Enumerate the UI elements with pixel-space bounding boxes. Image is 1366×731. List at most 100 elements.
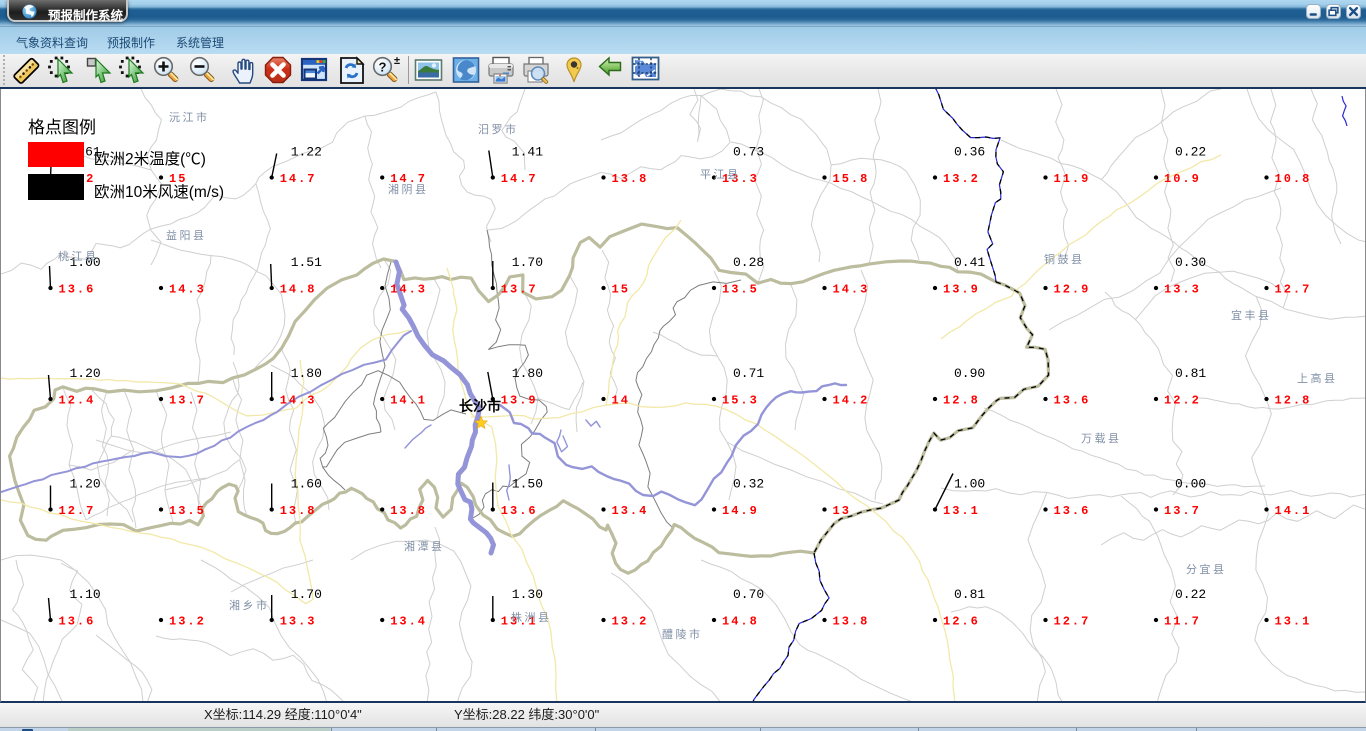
svg-text:欧洲2米温度(℃): 欧洲2米温度(℃) [94, 150, 206, 168]
svg-text:13.8: 13.8 [612, 172, 649, 186]
svg-text:14.3: 14.3 [169, 283, 206, 297]
svg-text:12.7: 12.7 [1275, 283, 1312, 297]
svg-text:0.90: 0.90 [954, 366, 985, 381]
svg-text:13.3: 13.3 [1164, 283, 1201, 297]
svg-text:1.70: 1.70 [512, 255, 543, 270]
svg-text:12.8: 12.8 [943, 394, 980, 408]
svg-text:0.30: 0.30 [1175, 255, 1206, 270]
svg-text:13.2: 13.2 [612, 615, 649, 629]
svg-text:0.70: 0.70 [733, 587, 764, 602]
svg-text:14.1: 14.1 [390, 394, 427, 408]
svg-text:1.80: 1.80 [291, 366, 322, 381]
svg-text:长沙市: 长沙市 [459, 398, 501, 414]
svg-text:欧洲10米风速(m/s): 欧洲10米风速(m/s) [94, 183, 224, 201]
svg-text:1.00: 1.00 [954, 477, 985, 492]
svg-text:铜鼓县: 铜鼓县 [1044, 252, 1085, 266]
svg-text:1.70: 1.70 [291, 587, 322, 602]
svg-text:13.3: 13.3 [280, 615, 317, 629]
svg-text:13.9: 13.9 [943, 283, 980, 297]
svg-text:0.32: 0.32 [733, 477, 764, 492]
svg-text:13: 13 [833, 504, 851, 518]
svg-text:上高县: 上高县 [1297, 371, 1338, 385]
svg-text:?: ? [379, 60, 387, 75]
svg-text:14.3: 14.3 [390, 283, 427, 297]
svg-text:益阳县: 益阳县 [166, 228, 207, 242]
svg-text:13.6: 13.6 [59, 283, 96, 297]
svg-text:0.28: 0.28 [733, 255, 764, 270]
svg-text:13.8: 13.8 [390, 504, 427, 518]
svg-text:1.20: 1.20 [70, 366, 101, 381]
svg-text:14.3: 14.3 [833, 283, 870, 297]
svg-text:12.2: 12.2 [1164, 394, 1201, 408]
svg-text:13.1: 13.1 [1275, 615, 1312, 629]
svg-text:14.8: 14.8 [280, 283, 317, 297]
svg-text:株洲县: 株洲县 [511, 610, 552, 624]
svg-text:0.41: 0.41 [954, 255, 985, 270]
svg-text:0.22: 0.22 [1175, 145, 1206, 160]
svg-text:格点图例: 格点图例 [28, 118, 96, 137]
svg-text:汨罗市: 汨罗市 [478, 122, 519, 136]
svg-text:0.22: 0.22 [1175, 587, 1206, 602]
svg-text:湘乡市: 湘乡市 [229, 598, 270, 612]
svg-text:1.41: 1.41 [512, 145, 543, 160]
svg-text:13.7: 13.7 [1164, 504, 1201, 518]
svg-text:宜丰县: 宜丰县 [1231, 308, 1272, 322]
svg-text:0.71: 0.71 [733, 366, 764, 381]
svg-text:15.8: 15.8 [833, 172, 870, 186]
svg-text:13.6: 13.6 [501, 504, 538, 518]
svg-text:13.4: 13.4 [390, 615, 427, 629]
svg-text:13.8: 13.8 [280, 504, 317, 518]
svg-text:分宜县: 分宜县 [1186, 562, 1227, 576]
svg-text:13.8: 13.8 [833, 615, 870, 629]
svg-text:1.22: 1.22 [291, 145, 322, 160]
svg-text:1.20: 1.20 [70, 477, 101, 492]
svg-text:0.73: 0.73 [733, 145, 764, 160]
svg-text:1.10: 1.10 [70, 587, 101, 602]
svg-text:13.6: 13.6 [1054, 394, 1091, 408]
svg-text:1.60: 1.60 [291, 477, 322, 492]
svg-text:±: ± [394, 56, 400, 67]
svg-text:11.9: 11.9 [1054, 172, 1091, 186]
svg-text:12.4: 12.4 [59, 394, 96, 408]
svg-text:13.6: 13.6 [59, 615, 96, 629]
svg-text:15.3: 15.3 [722, 394, 759, 408]
svg-text:14: 14 [612, 394, 630, 408]
svg-text:14.7: 14.7 [280, 172, 317, 186]
svg-text:0.36: 0.36 [954, 145, 985, 160]
svg-text:醴陵市: 醴陵市 [662, 627, 703, 641]
svg-text:13.7: 13.7 [501, 283, 538, 297]
svg-text:1.80: 1.80 [512, 366, 543, 381]
svg-text:13.4: 13.4 [612, 504, 649, 518]
svg-text:0.00: 0.00 [1175, 477, 1206, 492]
svg-text:14.7: 14.7 [501, 172, 538, 186]
svg-text:0.81: 0.81 [954, 587, 985, 602]
svg-text:0.81: 0.81 [1175, 366, 1206, 381]
svg-text:12.6: 12.6 [943, 615, 980, 629]
svg-text:13.1: 13.1 [943, 504, 980, 518]
svg-text:13.6: 13.6 [1054, 504, 1091, 518]
svg-text:万载县: 万载县 [1081, 432, 1122, 445]
svg-text:12.9: 12.9 [1054, 283, 1091, 297]
svg-text:14.1: 14.1 [1275, 504, 1312, 518]
svg-text:12.7: 12.7 [1054, 615, 1091, 629]
svg-text:15: 15 [612, 283, 630, 297]
svg-text:13.5: 13.5 [169, 504, 206, 518]
svg-text:平江县: 平江县 [700, 168, 741, 181]
svg-text:10.8: 10.8 [1275, 172, 1312, 186]
svg-text:1.51: 1.51 [291, 255, 322, 270]
svg-text:桃江县: 桃江县 [58, 249, 99, 263]
svg-text:14.2: 14.2 [833, 394, 870, 408]
svg-text:11.7: 11.7 [1164, 615, 1201, 629]
svg-text:13.9: 13.9 [501, 394, 538, 408]
svg-text:13.2: 13.2 [943, 172, 980, 186]
svg-text:12.7: 12.7 [59, 504, 96, 518]
svg-text:14.8: 14.8 [722, 615, 759, 629]
svg-text:湘潭县: 湘潭县 [404, 539, 445, 553]
svg-text:14.9: 14.9 [722, 504, 759, 518]
svg-text:1.50: 1.50 [512, 477, 543, 492]
svg-text:14.3: 14.3 [280, 394, 317, 408]
svg-text:13.5: 13.5 [722, 283, 759, 297]
svg-text:13.2: 13.2 [169, 615, 206, 629]
svg-text:10.9: 10.9 [1164, 172, 1201, 186]
svg-text:1.30: 1.30 [512, 587, 543, 602]
